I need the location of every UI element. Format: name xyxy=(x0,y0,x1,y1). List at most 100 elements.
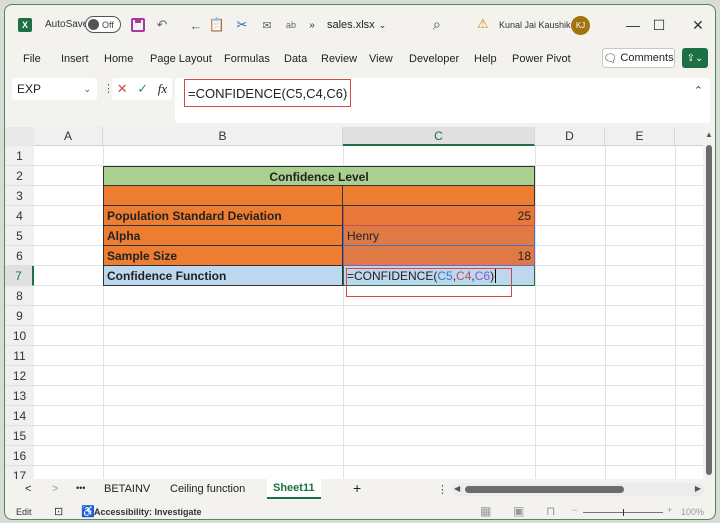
table-title[interactable]: Confidence Level xyxy=(103,166,535,186)
undo-icon[interactable]: ↶ xyxy=(153,16,171,34)
spelling-icon[interactable]: ab xyxy=(282,16,300,34)
cell-b3[interactable] xyxy=(103,186,343,206)
row-header-15[interactable]: 15 xyxy=(5,426,34,446)
cell-c5[interactable]: Henry xyxy=(343,226,535,246)
back-arrow-icon[interactable]: ← xyxy=(187,16,205,34)
tab-review[interactable]: Review xyxy=(321,53,357,65)
tab-help[interactable]: Help xyxy=(474,53,497,65)
formula-text: =CONFIDENCE(C5,C4,C6) xyxy=(184,79,352,107)
row-header-12[interactable]: 12 xyxy=(5,366,34,386)
add-sheet-button[interactable]: + xyxy=(353,480,361,496)
row-header-8[interactable]: 8 xyxy=(5,286,34,306)
row-header-16[interactable]: 16 xyxy=(5,446,34,466)
row-header-7[interactable]: 7 xyxy=(5,266,34,286)
row-header-6[interactable]: 6 xyxy=(5,246,34,266)
scroll-right-icon[interactable]: ▶ xyxy=(695,484,701,493)
page-break-view-icon[interactable]: ⊓ xyxy=(546,504,555,518)
row-header-5[interactable]: 5 xyxy=(5,226,34,246)
file-name[interactable]: sales.xlsx ⌄ xyxy=(327,19,386,31)
horizontal-scroll-thumb[interactable] xyxy=(465,486,624,493)
autosave-label: AutoSave xyxy=(45,19,89,30)
select-all-corner[interactable] xyxy=(5,127,34,146)
row-header-10[interactable]: 10 xyxy=(5,326,34,346)
scroll-up-icon[interactable]: ▲ xyxy=(705,130,713,139)
save-icon[interactable] xyxy=(129,16,147,34)
sheet-tab-ceiling-function[interactable]: Ceiling function xyxy=(170,483,245,495)
column-header-f[interactable] xyxy=(675,127,705,146)
collapse-icon[interactable]: ⌃ xyxy=(694,84,703,97)
horizontal-scrollbar[interactable]: ◀ ▶ xyxy=(452,483,704,496)
row-header-2[interactable]: 2 xyxy=(5,166,34,186)
close-button[interactable]: ✕ xyxy=(688,15,708,35)
row-header-9[interactable]: 9 xyxy=(5,306,34,326)
row-header-4[interactable]: 4 xyxy=(5,206,34,226)
cell-b6[interactable]: Sample Size xyxy=(103,246,343,266)
column-header-e[interactable]: E xyxy=(605,127,675,146)
row-header-17[interactable]: 17 xyxy=(5,466,34,479)
tab-view[interactable]: View xyxy=(369,53,393,65)
enter-icon[interactable]: ✓ xyxy=(137,81,148,97)
zoom-in-button[interactable]: + xyxy=(667,505,672,515)
page-layout-view-icon[interactable]: ▣ xyxy=(513,504,524,518)
search-icon[interactable]: ⌕ xyxy=(433,16,441,33)
zoom-level[interactable]: 100% xyxy=(681,507,704,517)
normal-view-icon[interactable]: ▦ xyxy=(480,504,491,518)
column-header-a[interactable]: A xyxy=(34,127,103,146)
column-header-c[interactable]: C xyxy=(343,127,535,146)
minimize-button[interactable]: — xyxy=(623,15,643,35)
row-header-14[interactable]: 14 xyxy=(5,406,34,426)
comments-button[interactable]: 🗨 Comments xyxy=(602,48,675,68)
toggle-knob xyxy=(88,19,99,30)
tab-data[interactable]: Data xyxy=(284,53,307,65)
tab-home[interactable]: Home xyxy=(104,53,133,65)
overflow-icon[interactable]: » xyxy=(303,16,321,34)
name-box[interactable]: EXP ⌄ xyxy=(12,78,97,100)
cell-b4[interactable]: Population Standard Deviation xyxy=(103,206,343,226)
zoom-out-button[interactable]: − xyxy=(572,505,577,515)
email-icon[interactable]: ✉ xyxy=(258,16,276,34)
share-button[interactable]: ⇪⌄ xyxy=(682,48,708,68)
sheet-tab-betainv[interactable]: BETAINV xyxy=(104,483,150,495)
tab-insert[interactable]: Insert xyxy=(61,53,89,65)
tab-developer[interactable]: Developer xyxy=(409,53,459,65)
row-header-3[interactable]: 3 xyxy=(5,186,34,206)
accessibility-icon[interactable]: ♿ xyxy=(81,505,95,518)
tab-split-handle[interactable]: ⋮ xyxy=(437,483,448,496)
zoom-slider-handle[interactable] xyxy=(623,509,624,516)
spreadsheet-grid[interactable]: A B C D E 17 16 15 14 13 12 11 10 9 8 7 6 5 4 3 2 1 Conf… xyxy=(5,127,705,479)
maximize-button[interactable]: ☐ xyxy=(649,15,669,35)
scroll-left-icon[interactable]: ◀ xyxy=(454,484,460,493)
cell-c3[interactable] xyxy=(343,186,535,206)
tab-page-layout[interactable]: Page Layout xyxy=(150,53,212,65)
cancel-icon[interactable]: ✕ xyxy=(117,81,128,97)
more-sheets-icon[interactable]: ••• xyxy=(76,483,85,493)
row-header-11[interactable]: 11 xyxy=(5,346,34,366)
column-header-b[interactable]: B xyxy=(103,127,343,146)
formula-input[interactable]: =CONFIDENCE(C5,C4,C6) ⌃ xyxy=(175,78,710,123)
tab-file[interactable]: File xyxy=(23,53,41,65)
row-header-13[interactable]: 13 xyxy=(5,386,34,406)
macro-recorder-icon[interactable]: ⊡ xyxy=(54,505,63,518)
insert-function-icon[interactable]: fx xyxy=(158,81,167,97)
vertical-scrollbar[interactable]: ▲ xyxy=(703,127,715,479)
paste-icon[interactable]: 📋 xyxy=(208,16,226,34)
column-header-d[interactable]: D xyxy=(535,127,605,146)
excel-window: X AutoSave Off ↶ ← 📋 ✂ ✉ ab » sales.xlsx… xyxy=(4,4,716,520)
cell-c4[interactable]: 25 xyxy=(343,206,535,226)
avatar[interactable]: KJ xyxy=(571,16,590,35)
cell-b7[interactable]: Confidence Function xyxy=(103,266,343,286)
prev-sheet-icon[interactable]: < xyxy=(25,483,31,495)
next-sheet-icon[interactable]: > xyxy=(52,483,58,495)
accessibility-status[interactable]: Accessibility: Investigate xyxy=(94,507,202,517)
cell-b5[interactable]: Alpha xyxy=(103,226,343,246)
tab-power-pivot[interactable]: Power Pivot xyxy=(512,53,571,65)
cut-icon[interactable]: ✂ xyxy=(233,16,251,34)
zoom-slider[interactable] xyxy=(583,509,663,516)
sheet-tab-sheet11[interactable]: Sheet11 xyxy=(267,479,321,499)
vertical-scroll-thumb[interactable] xyxy=(706,145,712,475)
autosave-toggle[interactable]: Off xyxy=(85,16,121,33)
user-name: Kunal Jai Kaushik xyxy=(499,20,571,30)
row-header-1[interactable]: 1 xyxy=(5,146,34,166)
tab-formulas[interactable]: Formulas xyxy=(224,53,270,65)
cell-c6[interactable]: 18 xyxy=(343,246,535,266)
